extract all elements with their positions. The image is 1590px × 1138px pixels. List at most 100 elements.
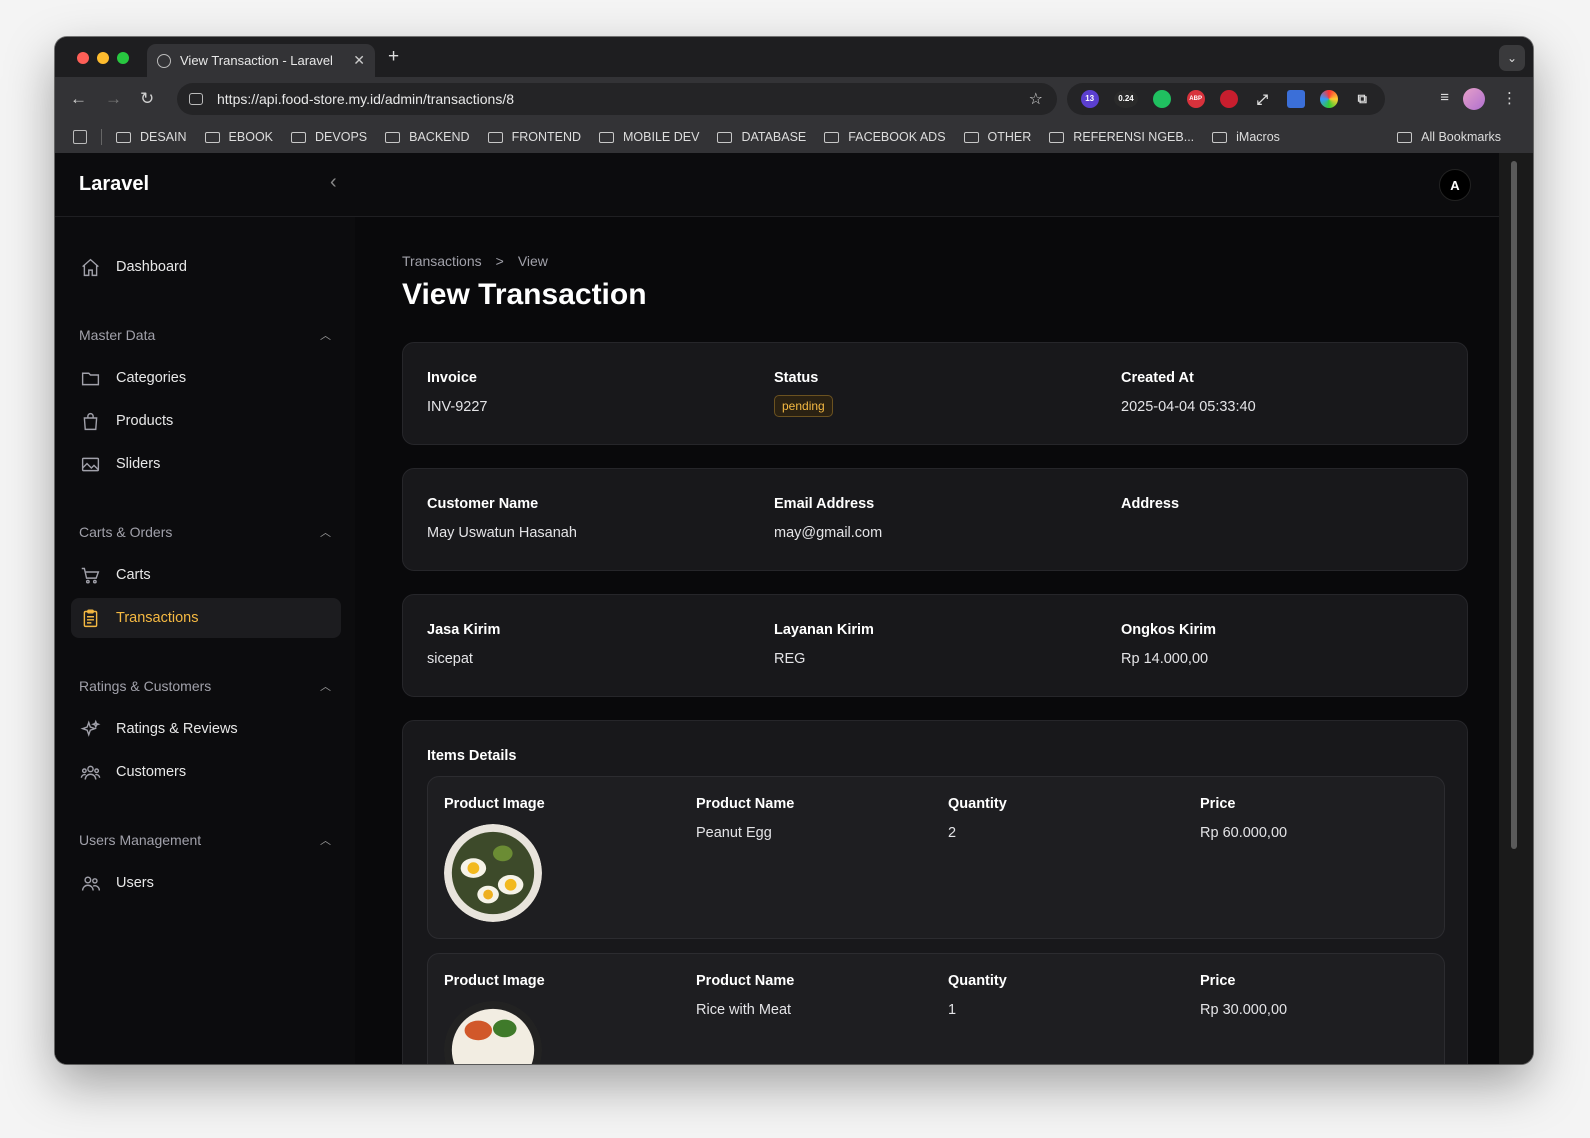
sidebar-item-label: Sliders xyxy=(116,456,161,472)
bookmark-folder[interactable]: iMacros xyxy=(1212,130,1280,144)
bookmark-folder[interactable]: DATABASE xyxy=(717,130,806,144)
product-image xyxy=(444,1001,542,1064)
address-field: Address xyxy=(1121,496,1179,525)
apps-grid-icon[interactable] xyxy=(73,130,87,144)
breadcrumb-parent-link[interactable]: Transactions xyxy=(402,253,482,269)
folder-icon xyxy=(204,131,220,143)
tab-search-button[interactable]: ⌄ xyxy=(1499,45,1525,71)
chevron-up-icon[interactable]: ︿ xyxy=(320,678,331,694)
customer-card: Customer Name May Uswatun Hasanah Email … xyxy=(402,468,1468,571)
minimize-window-button[interactable] xyxy=(97,52,109,64)
collapse-sidebar-icon[interactable]: ‹ xyxy=(330,171,337,194)
invoice-card: Invoice INV-9227 Status pending Created … xyxy=(402,342,1468,445)
sidebar-item-label: Products xyxy=(116,413,174,429)
created-at-value: 2025-04-04 05:33:40 xyxy=(1121,399,1256,415)
folder-icon xyxy=(1397,131,1413,143)
sidebar-item-categories[interactable]: Categories xyxy=(71,358,341,398)
page-scrollbar[interactable] xyxy=(1499,153,1533,1064)
folder-icon xyxy=(963,131,979,143)
bookmark-folder[interactable]: DESAIN xyxy=(116,130,187,144)
sidebar-item-transactions[interactable]: Transactions xyxy=(71,598,341,638)
forward-button[interactable]: → xyxy=(105,89,122,109)
user-avatar[interactable]: A xyxy=(1439,169,1471,201)
group-ratings-customers[interactable]: Ratings & Customers ︿ xyxy=(79,678,331,694)
bookmark-folder[interactable]: EBOOK xyxy=(204,130,273,144)
bookmark-folder[interactable]: MOBILE DEV xyxy=(599,130,699,144)
browser-toolbar: ← → ↻ https://api.food-store.my.id/admin… xyxy=(55,77,1533,121)
field-label: Quantity xyxy=(948,796,1007,812)
extension-doc-icon[interactable] xyxy=(1286,90,1305,108)
group-carts-orders[interactable]: Carts & Orders ︿ xyxy=(79,524,331,540)
new-tab-button[interactable]: + xyxy=(388,46,399,68)
chevron-up-icon[interactable]: ︿ xyxy=(320,327,331,343)
browser-menu-icon[interactable]: ⋮ xyxy=(1502,89,1517,107)
item-row: Product Image Product Name Peanut Egg Qu… xyxy=(427,776,1445,939)
quantity-value: 1 xyxy=(948,1002,957,1018)
expand-icon[interactable]: ⤢ xyxy=(1253,90,1271,108)
url-text[interactable]: https://api.food-store.my.id/admin/trans… xyxy=(217,91,1029,107)
chevron-up-icon[interactable]: ︿ xyxy=(320,832,331,848)
reload-button[interactable]: ↻ xyxy=(140,89,154,109)
sidebar-item-ratings-reviews[interactable]: Ratings & Reviews xyxy=(71,709,341,749)
address-bar[interactable]: https://api.food-store.my.id/admin/trans… xyxy=(177,83,1057,115)
product-name-value: Rice with Meat xyxy=(696,1002,792,1018)
bookmark-folder[interactable]: BACKEND xyxy=(385,130,470,144)
group-label: Users Management xyxy=(79,832,202,848)
chevron-up-icon[interactable]: ︿ xyxy=(320,524,331,540)
close-window-button[interactable] xyxy=(77,52,89,64)
home-icon xyxy=(80,257,101,278)
group-master-data[interactable]: Master Data ︿ xyxy=(79,327,331,343)
back-button[interactable]: ← xyxy=(70,89,87,109)
brand-logo[interactable]: Laravel xyxy=(79,173,149,196)
reading-list-icon[interactable]: ≡ xyxy=(1440,89,1449,106)
profile-avatar[interactable] xyxy=(1463,88,1485,110)
invoice-value: INV-9227 xyxy=(427,399,488,415)
admin-app: Laravel ‹ A Dashboard Master Data ︿ Cate… xyxy=(55,153,1499,1064)
product-image xyxy=(444,824,542,922)
sidebar-item-sliders[interactable]: Sliders xyxy=(71,444,341,484)
group-users-management[interactable]: Users Management ︿ xyxy=(79,832,331,848)
extension-score-icon[interactable]: 0.24 xyxy=(1113,90,1138,108)
field-label: Status xyxy=(774,370,819,386)
extensions-puzzle-icon[interactable]: ⧉ xyxy=(1353,90,1371,108)
extension-green-icon[interactable] xyxy=(1153,90,1172,108)
bookmark-folder[interactable]: FRONTEND xyxy=(487,130,581,144)
sidebar-item-dashboard[interactable]: Dashboard xyxy=(71,247,341,287)
tab-title: View Transaction - Laravel xyxy=(180,53,333,68)
item-row: Product Image Product Name Rice with Mea… xyxy=(427,953,1445,1064)
browser-tab[interactable]: View Transaction - Laravel ✕ xyxy=(147,44,375,77)
extension-badge-icon[interactable]: 13 xyxy=(1080,90,1099,108)
service-field: Layanan Kirim REG xyxy=(774,622,874,667)
scrollbar-thumb[interactable] xyxy=(1511,161,1517,849)
sidebar-item-label: Carts xyxy=(116,567,151,583)
invoice-field: Invoice INV-9227 xyxy=(427,370,487,415)
cart-icon xyxy=(80,565,101,586)
bookmark-folder[interactable]: FACEBOOK ADS xyxy=(824,130,946,144)
adblock-icon[interactable]: ABP xyxy=(1186,90,1205,108)
sidebar-item-label: Transactions xyxy=(116,610,199,626)
sparkles-icon xyxy=(80,719,101,740)
sidebar-item-carts[interactable]: Carts xyxy=(71,555,341,595)
maximize-window-button[interactable] xyxy=(117,52,129,64)
extension-stop-icon[interactable] xyxy=(1219,90,1238,108)
sidebar-item-label: Ratings & Reviews xyxy=(116,721,238,737)
field-label: Price xyxy=(1200,796,1236,812)
customer-name-value: May Uswatun Hasanah xyxy=(427,525,577,541)
color-picker-icon[interactable] xyxy=(1319,90,1338,108)
close-tab-icon[interactable]: ✕ xyxy=(353,52,365,69)
price-value: Rp 30.000,00 xyxy=(1200,1002,1288,1018)
field-label: Customer Name xyxy=(427,496,539,512)
product-image-field: Product Image xyxy=(444,796,545,922)
image-icon xyxy=(80,454,101,475)
bookmark-star-icon[interactable]: ☆ xyxy=(1029,89,1043,109)
price-field: Price Rp 30.000,00 xyxy=(1200,973,1287,1018)
breadcrumb-separator: > xyxy=(495,253,504,269)
all-bookmarks[interactable]: All Bookmarks xyxy=(1397,130,1501,144)
bookmark-folder[interactable]: REFERENSI NGEB... xyxy=(1049,130,1194,144)
sidebar-item-customers[interactable]: Customers xyxy=(71,752,341,792)
bookmark-folder[interactable]: DEVOPS xyxy=(291,130,367,144)
site-settings-icon[interactable] xyxy=(189,93,203,105)
sidebar-item-users[interactable]: Users xyxy=(71,863,341,903)
bookmark-folder[interactable]: OTHER xyxy=(963,130,1031,144)
sidebar-item-products[interactable]: Products xyxy=(71,401,341,441)
